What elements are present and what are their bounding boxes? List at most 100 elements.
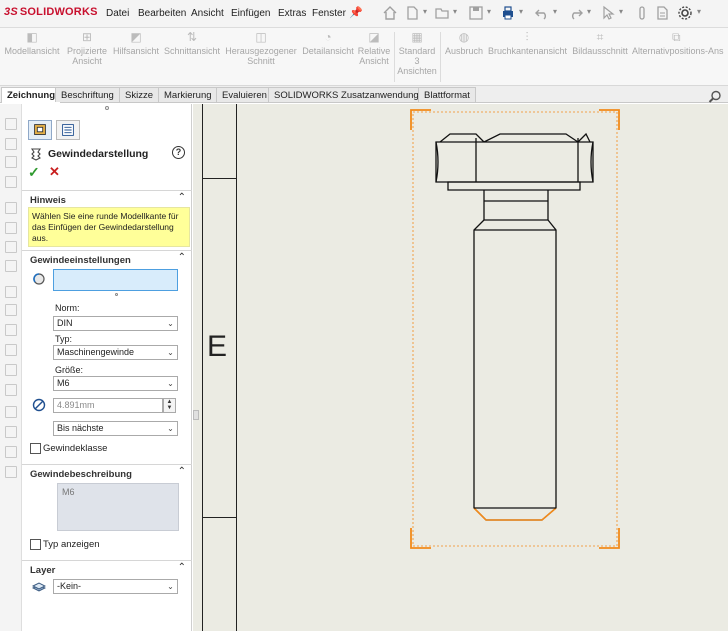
help-icon[interactable]: ? (172, 146, 185, 159)
auxiliary-view-button[interactable]: ◩ Hilfsansicht (112, 30, 160, 56)
tool-bom-icon[interactable] (5, 446, 17, 458)
diameter-spinner[interactable]: ▲ ▼ (163, 398, 176, 413)
alternate-position-view-button[interactable]: ⧉ Alternativpositions-Ans (632, 30, 728, 56)
panel-resize-handle[interactable] (193, 410, 199, 420)
model-view-button[interactable]: ◧ Modellansicht (4, 30, 60, 56)
tool-annotation-icon[interactable] (5, 304, 17, 316)
chevron-down-icon: ⌄ (167, 379, 174, 388)
open-folder-icon[interactable] (434, 5, 450, 21)
property-manager: Gewindedarstellung ? ✓ ✕ Hinweis ⌃ Wähle… (22, 104, 192, 631)
show-type-label: Typ anzeigen (43, 539, 100, 550)
relative-view-button[interactable]: ◪ Relative Ansicht (356, 30, 392, 66)
thread-description-field[interactable]: M6 (57, 483, 179, 531)
chevron-up-icon[interactable]: ⌃ (178, 192, 186, 203)
menu-extras[interactable]: Extras (278, 8, 306, 19)
tool-crop-icon[interactable] (5, 222, 17, 234)
hint-group-header[interactable]: Hinweis ⌃ (22, 190, 192, 206)
print-icon[interactable] (500, 5, 516, 21)
end-condition-select[interactable]: Bis nächste ⌄ (53, 421, 178, 436)
gear-icon[interactable] (677, 5, 693, 21)
diameter-input[interactable]: 4.891mm (53, 398, 163, 413)
tool-layout-icon[interactable] (5, 286, 17, 298)
tab-zeichnung[interactable]: Zeichnung (1, 87, 62, 103)
norm-select[interactable]: DIN ⌄ (53, 316, 178, 331)
panel-collapse-handle[interactable] (105, 106, 109, 110)
pin-icon[interactable]: 📌 (348, 5, 364, 21)
zoom-icon[interactable] (708, 90, 722, 104)
undo-dropdown-icon[interactable]: ▾ (553, 7, 557, 16)
thread-settings-group-header[interactable]: Gewindeeinstellungen ⌃ (22, 250, 192, 266)
tool-projected-icon[interactable] (5, 138, 17, 150)
tab-markierung[interactable]: Markierung (158, 87, 218, 102)
tool-auxiliary-icon[interactable] (5, 156, 17, 168)
tool-detail-icon[interactable] (5, 202, 17, 214)
detail-view-button[interactable]: ◔ Detailansicht (300, 30, 356, 56)
select-arrow-icon[interactable] (600, 5, 616, 21)
section-view-button[interactable]: ⇅ Schnittansicht (162, 30, 222, 56)
tool-align-icon[interactable] (5, 260, 17, 272)
tool-view-icon[interactable] (5, 118, 17, 130)
menu-datei[interactable]: Datei (106, 8, 129, 19)
tool-break-icon[interactable] (5, 241, 17, 253)
type-select[interactable]: Maschinengewinde ⌄ (53, 345, 178, 360)
property-manager-tab[interactable] (28, 120, 52, 140)
tab-evaluieren[interactable]: Evaluieren (216, 87, 273, 102)
new-document-icon[interactable] (404, 5, 420, 21)
tab-blattformat[interactable]: Blattformat (418, 87, 476, 102)
chevron-up-icon[interactable]: ⌃ (178, 252, 186, 263)
bolt-drawing-view[interactable] (410, 108, 622, 550)
layer-select[interactable]: -Kein- ⌄ (53, 579, 178, 594)
thread-description-group-header[interactable]: Gewindebeschreibung ⌃ (22, 464, 192, 480)
tab-skizze[interactable]: Skizze (119, 87, 159, 102)
tool-dimension-icon[interactable] (5, 324, 17, 336)
left-toolstrip (0, 104, 22, 631)
ok-button[interactable]: ✓ (28, 164, 40, 181)
model-view-icon: ◧ (26, 30, 38, 44)
rebuild-icon[interactable] (634, 5, 650, 21)
show-type-checkbox[interactable] (30, 539, 41, 550)
tab-solidworks-zusatzanwendungen[interactable]: SOLIDWORKS Zusatzanwendungen (268, 87, 436, 102)
thread-settings-group-title: Gewindeeinstellungen (30, 255, 131, 266)
tool-symbol-icon[interactable] (5, 384, 17, 396)
chevron-up-icon[interactable]: ⌃ (178, 466, 186, 477)
tool-note-icon[interactable] (5, 344, 17, 356)
tool-table-icon[interactable] (5, 406, 17, 418)
print-dropdown-icon[interactable]: ▾ (519, 7, 523, 16)
tool-hole-table-icon[interactable] (5, 426, 17, 438)
zone-divider (202, 517, 236, 518)
redo-icon[interactable] (568, 5, 584, 21)
cancel-button[interactable]: ✕ (49, 164, 60, 180)
menu-einfuegen[interactable]: Einfügen (231, 8, 270, 19)
diameter-icon (32, 398, 46, 412)
open-dropdown-icon[interactable]: ▾ (453, 7, 457, 16)
save-dropdown-icon[interactable]: ▾ (487, 7, 491, 16)
standard-3-views-button[interactable]: ▦ Standard 3 Ansichten (396, 30, 438, 76)
new-dropdown-icon[interactable]: ▾ (423, 7, 427, 16)
undo-icon[interactable] (534, 5, 550, 21)
crop-view-button[interactable]: ⌗ Bildausschnitt (570, 30, 630, 56)
tab-beschriftung[interactable]: Beschriftung (55, 87, 120, 102)
save-icon[interactable] (468, 5, 484, 21)
edge-selection-box[interactable] (53, 269, 178, 291)
options-dropdown-icon[interactable]: ▾ (697, 7, 701, 16)
redo-dropdown-icon[interactable]: ▾ (587, 7, 591, 16)
menu-bearbeiten[interactable]: Bearbeiten (138, 8, 186, 19)
solidworks-logo[interactable]: 3S SOLIDWORKS (4, 6, 98, 18)
chevron-up-icon[interactable]: ⌃ (178, 562, 186, 573)
size-select[interactable]: M6 ⌄ (53, 376, 178, 391)
layer-group-header[interactable]: Layer ⌃ (22, 560, 192, 576)
configuration-manager-tab[interactable] (56, 120, 80, 140)
tool-revision-icon[interactable] (5, 466, 17, 478)
break-view-button[interactable]: ⫶ Bruchkantenansicht (488, 30, 567, 56)
projected-view-button[interactable]: ⊞ Projizierte Ansicht (62, 30, 112, 66)
tool-section-icon[interactable] (5, 176, 17, 188)
menu-ansicht[interactable]: Ansicht (191, 8, 224, 19)
home-icon[interactable] (382, 5, 398, 21)
select-dropdown-icon[interactable]: ▾ (619, 7, 623, 16)
removed-section-button[interactable]: ◫ Herausgezogener Schnitt (224, 30, 298, 66)
menu-fenster[interactable]: Fenster (312, 8, 346, 19)
tool-balloon-icon[interactable] (5, 364, 17, 376)
thread-class-checkbox[interactable] (30, 443, 41, 454)
file-properties-icon[interactable] (654, 5, 670, 21)
broken-out-section-button[interactable]: ◍ Ausbruch (442, 30, 486, 56)
